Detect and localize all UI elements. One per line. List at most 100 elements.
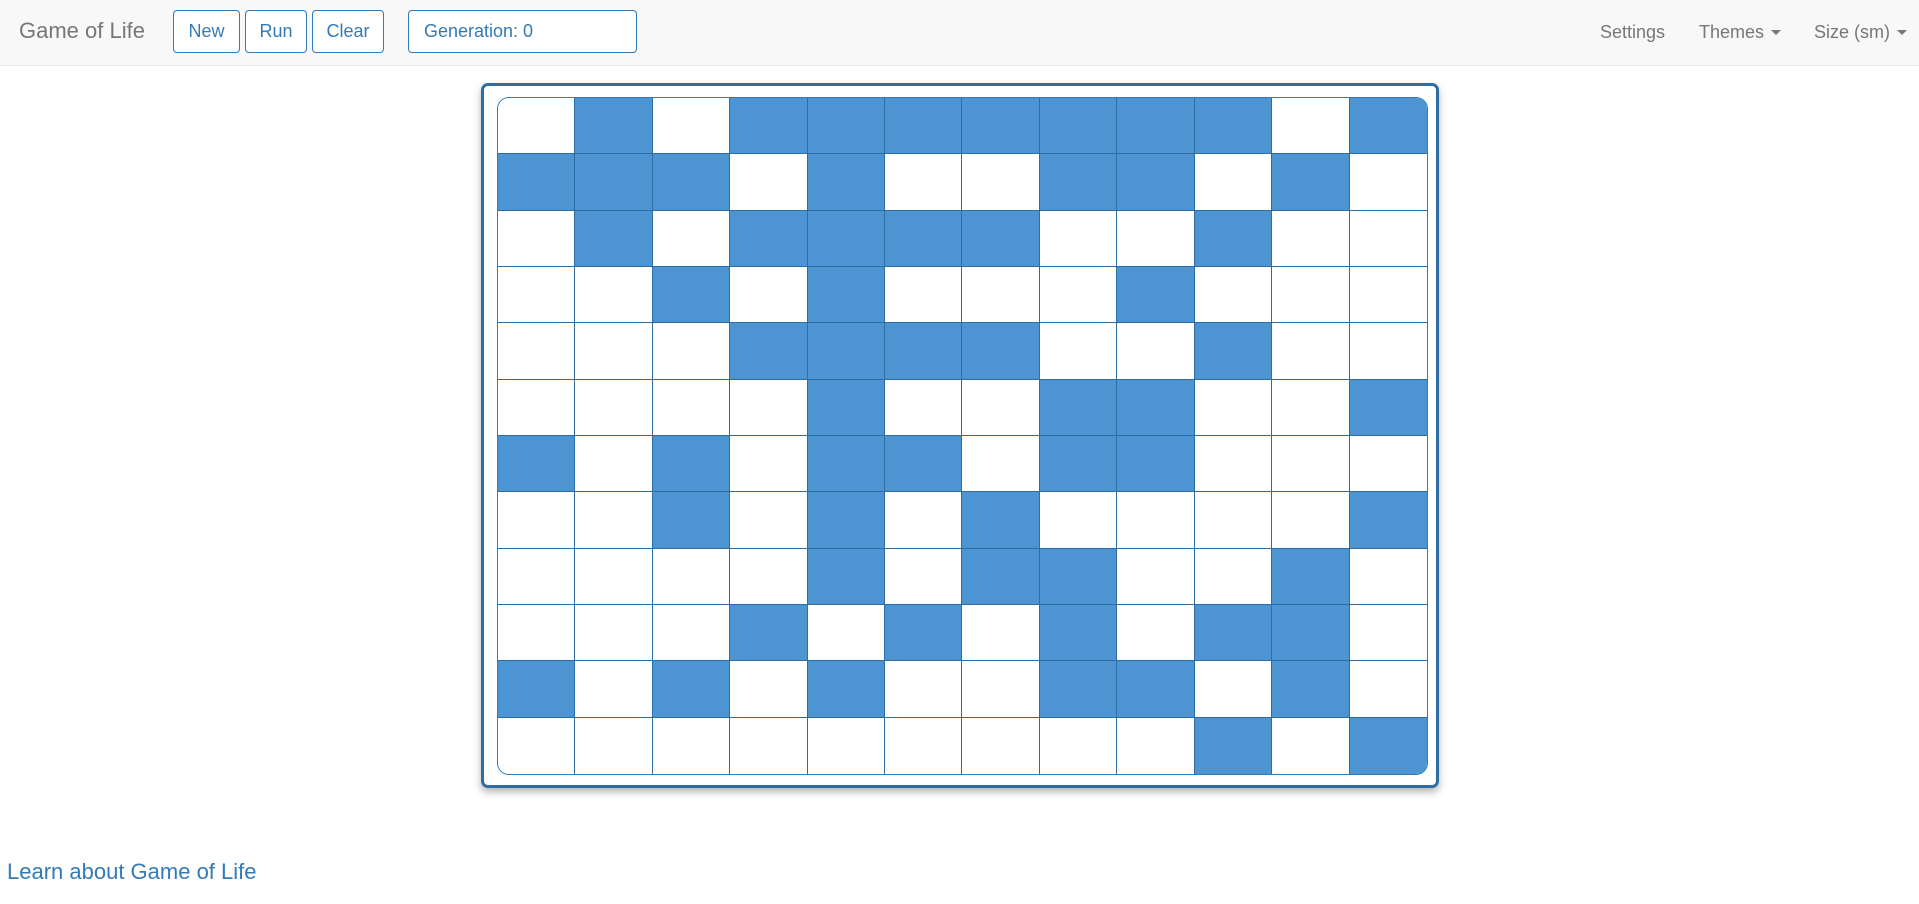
cell-alive[interactable]: [885, 98, 963, 155]
cell-dead[interactable]: [652, 210, 731, 267]
cell-alive[interactable]: [1194, 323, 1273, 380]
cell-dead[interactable]: [1117, 323, 1195, 380]
cell-alive[interactable]: [652, 154, 731, 211]
cell-dead[interactable]: [575, 548, 653, 605]
cell-dead[interactable]: [652, 604, 731, 662]
cell-alive[interactable]: [1117, 98, 1195, 155]
cell-dead[interactable]: [575, 323, 653, 380]
cell-dead[interactable]: [498, 717, 576, 774]
cell-alive[interactable]: [962, 210, 1040, 267]
cell-dead[interactable]: [1272, 717, 1350, 774]
cell-dead[interactable]: [575, 492, 653, 549]
cell-alive[interactable]: [1039, 154, 1118, 211]
cell-dead[interactable]: [1194, 266, 1273, 324]
cell-dead[interactable]: [1117, 210, 1195, 267]
cell-alive[interactable]: [807, 548, 886, 605]
cell-dead[interactable]: [807, 604, 886, 662]
cell-alive[interactable]: [807, 210, 886, 267]
cell-alive[interactable]: [1039, 661, 1118, 718]
cell-alive[interactable]: [962, 548, 1040, 605]
cell-dead[interactable]: [1117, 717, 1195, 774]
cell-alive[interactable]: [730, 98, 808, 155]
cell-dead[interactable]: [1272, 266, 1350, 324]
cell-alive[interactable]: [1272, 548, 1350, 605]
cell-alive[interactable]: [652, 266, 731, 324]
settings-menu[interactable]: Settings: [1600, 22, 1665, 43]
cell-alive[interactable]: [962, 492, 1040, 549]
cell-dead[interactable]: [962, 661, 1040, 718]
cell-dead[interactable]: [1117, 492, 1195, 549]
cell-dead[interactable]: [498, 604, 576, 662]
cell-dead[interactable]: [962, 604, 1040, 662]
cell-alive[interactable]: [885, 435, 963, 493]
cell-alive[interactable]: [1194, 604, 1273, 662]
cell-dead[interactable]: [962, 435, 1040, 493]
cell-alive[interactable]: [885, 210, 963, 267]
cell-dead[interactable]: [1272, 435, 1350, 493]
cell-dead[interactable]: [730, 154, 808, 211]
cell-dead[interactable]: [652, 548, 731, 605]
cell-dead[interactable]: [730, 379, 808, 436]
cell-dead[interactable]: [1194, 379, 1273, 436]
cell-alive[interactable]: [807, 435, 886, 493]
cell-dead[interactable]: [885, 154, 963, 211]
cell-dead[interactable]: [1272, 98, 1350, 155]
cell-alive[interactable]: [1117, 266, 1195, 324]
cell-dead[interactable]: [1349, 210, 1427, 267]
cell-alive[interactable]: [807, 492, 886, 549]
cell-dead[interactable]: [1272, 492, 1350, 549]
cell-alive[interactable]: [1039, 548, 1118, 605]
cell-dead[interactable]: [498, 492, 576, 549]
cell-dead[interactable]: [498, 210, 576, 267]
cell-dead[interactable]: [575, 266, 653, 324]
cell-dead[interactable]: [885, 379, 963, 436]
cell-alive[interactable]: [1117, 379, 1195, 436]
cell-dead[interactable]: [807, 717, 886, 774]
cell-alive[interactable]: [1272, 604, 1350, 662]
cell-alive[interactable]: [498, 661, 576, 718]
cell-alive[interactable]: [652, 492, 731, 549]
cell-dead[interactable]: [575, 379, 653, 436]
cell-dead[interactable]: [652, 379, 731, 436]
cell-alive[interactable]: [1349, 98, 1427, 155]
cell-alive[interactable]: [730, 210, 808, 267]
cell-dead[interactable]: [1039, 717, 1118, 774]
learn-about-link[interactable]: Learn about Game of Life: [7, 859, 257, 885]
cell-dead[interactable]: [575, 661, 653, 718]
cell-dead[interactable]: [498, 548, 576, 605]
cell-dead[interactable]: [1349, 661, 1427, 718]
cell-alive[interactable]: [1194, 717, 1273, 774]
cell-alive[interactable]: [1039, 379, 1118, 436]
cell-dead[interactable]: [730, 548, 808, 605]
cell-alive[interactable]: [807, 323, 886, 380]
cell-dead[interactable]: [575, 435, 653, 493]
cell-dead[interactable]: [1349, 604, 1427, 662]
cell-dead[interactable]: [1349, 266, 1427, 324]
cell-dead[interactable]: [1039, 210, 1118, 267]
cell-alive[interactable]: [1272, 661, 1350, 718]
cell-dead[interactable]: [962, 717, 1040, 774]
cell-alive[interactable]: [1039, 98, 1118, 155]
cell-dead[interactable]: [1349, 154, 1427, 211]
cell-dead[interactable]: [1349, 548, 1427, 605]
cell-dead[interactable]: [885, 661, 963, 718]
cell-dead[interactable]: [1039, 323, 1118, 380]
cell-dead[interactable]: [1349, 323, 1427, 380]
cell-alive[interactable]: [730, 604, 808, 662]
cell-alive[interactable]: [962, 98, 1040, 155]
app-title[interactable]: Game of Life: [19, 18, 145, 44]
cell-alive[interactable]: [1117, 435, 1195, 493]
cell-alive[interactable]: [498, 435, 576, 493]
cell-alive[interactable]: [807, 154, 886, 211]
cell-dead[interactable]: [652, 98, 731, 155]
size-dropdown[interactable]: Size (sm): [1814, 22, 1907, 43]
cell-dead[interactable]: [962, 266, 1040, 324]
cell-alive[interactable]: [807, 266, 886, 324]
cell-alive[interactable]: [652, 661, 731, 718]
cell-dead[interactable]: [1272, 323, 1350, 380]
cell-alive[interactable]: [1349, 379, 1427, 436]
cell-dead[interactable]: [1272, 379, 1350, 436]
cell-dead[interactable]: [730, 266, 808, 324]
cell-dead[interactable]: [1194, 154, 1273, 211]
cell-dead[interactable]: [498, 379, 576, 436]
